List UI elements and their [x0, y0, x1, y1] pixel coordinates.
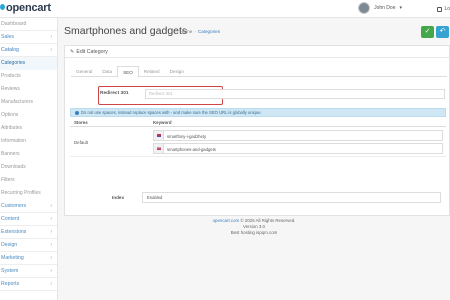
- breadcrumb-home[interactable]: Home: [180, 29, 192, 34]
- tab-bar: General Data SEO Related Design: [71, 66, 447, 78]
- chevron-right-icon: ›: [50, 216, 52, 222]
- store-default: Default: [74, 140, 88, 145]
- footer-hosting: Best hosting ispqm.com: [230, 230, 278, 235]
- save-icon: ✓: [424, 28, 431, 35]
- sidebar-item-reviews[interactable]: Reviews: [0, 83, 57, 96]
- top-bar: opencart John Doe ▾ Lo: [0, 0, 450, 18]
- language-flag-icon: [154, 144, 164, 153]
- avatar: [358, 2, 371, 14]
- caret-down-icon: ▾: [399, 5, 402, 11]
- sidebar-item-information[interactable]: Information: [0, 135, 57, 148]
- table-header: Stores Keyword: [70, 119, 446, 127]
- seo-info-alert: Do not use spaces, instead replace space…: [70, 108, 446, 117]
- chevron-right-icon: ›: [50, 229, 52, 235]
- chevron-right-icon: ›: [50, 34, 52, 40]
- edit-category-panel: ✎ Edit Category General Data SEO Related …: [64, 45, 450, 216]
- sidebar-item-content[interactable]: Content ›: [0, 213, 57, 226]
- keyword-input-ru[interactable]: smartfony-i-gadzhety: [153, 130, 443, 141]
- chevron-right-icon: ›: [50, 242, 52, 248]
- redirect-label: Redirect 301: [100, 91, 129, 96]
- breadcrumb-separator: ›: [194, 29, 196, 34]
- sidebar-item-banners[interactable]: Banners: [0, 148, 57, 161]
- sidebar-item-products[interactable]: Products: [0, 70, 57, 83]
- save-button[interactable]: ✓: [421, 26, 434, 38]
- seo-keyword-table: Stores Keyword Default smartfony-i-gadzh…: [70, 119, 446, 157]
- sidebar-item-design[interactable]: Design ›: [0, 239, 57, 252]
- column-keyword: Keyword: [153, 120, 172, 125]
- tab-seo[interactable]: SEO: [117, 66, 139, 78]
- tab-data[interactable]: Data: [97, 66, 117, 76]
- sidebar-item-reports[interactable]: Reports ›: [0, 278, 57, 291]
- page-title: Smartphones and gadgets: [64, 25, 188, 37]
- pencil-icon: ✎: [70, 49, 75, 55]
- sidebar-item-dashboard[interactable]: Dashboard: [0, 18, 57, 31]
- sidebar-item-sales[interactable]: Sales ›: [0, 31, 57, 44]
- sidebar-item-customers[interactable]: Customers ›: [0, 200, 57, 213]
- main-content: Smartphones and gadgets Home › Categories …: [58, 18, 450, 300]
- sidebar-item-filters[interactable]: Filters: [0, 174, 57, 187]
- sidebar-item-extensions[interactable]: Extensions ›: [0, 226, 57, 239]
- index-select[interactable]: Enabled: [142, 192, 441, 203]
- sidebar-item-system[interactable]: System ›: [0, 265, 57, 278]
- sidebar-item-manufacturers[interactable]: Manufacturers: [0, 96, 57, 109]
- panel-heading: ✎ Edit Category: [65, 46, 449, 58]
- index-label: Index: [112, 195, 124, 200]
- sidebar-item-downloads[interactable]: Downloads: [0, 161, 57, 174]
- chevron-right-icon: ›: [50, 255, 52, 261]
- chevron-down-icon: ›: [50, 47, 52, 53]
- reply-icon: ↶: [439, 28, 446, 35]
- sign-out-icon: [437, 6, 443, 12]
- table-row: Default smartfony-i-gadzhety smartphones…: [70, 127, 446, 157]
- redirect-input[interactable]: Redirect 301: [145, 89, 445, 99]
- tab-design[interactable]: Design: [165, 66, 189, 76]
- footer: opencart.com © 2026 All Rights Reserved.…: [58, 218, 450, 236]
- sidebar-item-categories[interactable]: Categories: [0, 57, 57, 70]
- keyword-input-en[interactable]: smartphones-and-gadgets: [153, 143, 443, 154]
- breadcrumb: Home › Categories: [180, 29, 220, 34]
- chevron-right-icon: ›: [50, 268, 52, 274]
- redirect-row: Redirect 301 Redirect 301: [73, 86, 447, 105]
- sidebar-item-recurring-profiles[interactable]: Recurring Profiles: [0, 187, 57, 200]
- sidebar: Dashboard Sales › Catalog › Categories Pro…: [0, 18, 58, 300]
- cart-icon: [0, 4, 5, 10]
- sidebar-item-catalog[interactable]: Catalog ›: [0, 44, 57, 57]
- back-button[interactable]: ↶: [436, 26, 449, 38]
- sidebar-item-options[interactable]: Options: [0, 109, 57, 122]
- logout-link[interactable]: Lo: [437, 6, 450, 12]
- sidebar-item-marketing[interactable]: Marketing ›: [0, 252, 57, 265]
- index-row: Index Enabled: [70, 191, 446, 205]
- sidebar-item-attributes[interactable]: Attributes: [0, 122, 57, 135]
- opencart-logo[interactable]: opencart: [0, 2, 51, 14]
- info-icon: [75, 110, 79, 115]
- chevron-right-icon: ›: [50, 203, 52, 209]
- tab-related[interactable]: Related: [139, 66, 165, 76]
- tab-general[interactable]: General: [71, 66, 97, 76]
- language-flag-icon: [154, 131, 164, 140]
- column-stores: Stores: [74, 120, 88, 125]
- chevron-right-icon: ›: [50, 281, 52, 287]
- breadcrumb-categories[interactable]: Categories: [198, 29, 220, 34]
- user-name: John Doe: [374, 5, 396, 11]
- footer-opencart-link[interactable]: opencart.com: [213, 218, 240, 223]
- user-menu[interactable]: John Doe ▾: [358, 2, 402, 14]
